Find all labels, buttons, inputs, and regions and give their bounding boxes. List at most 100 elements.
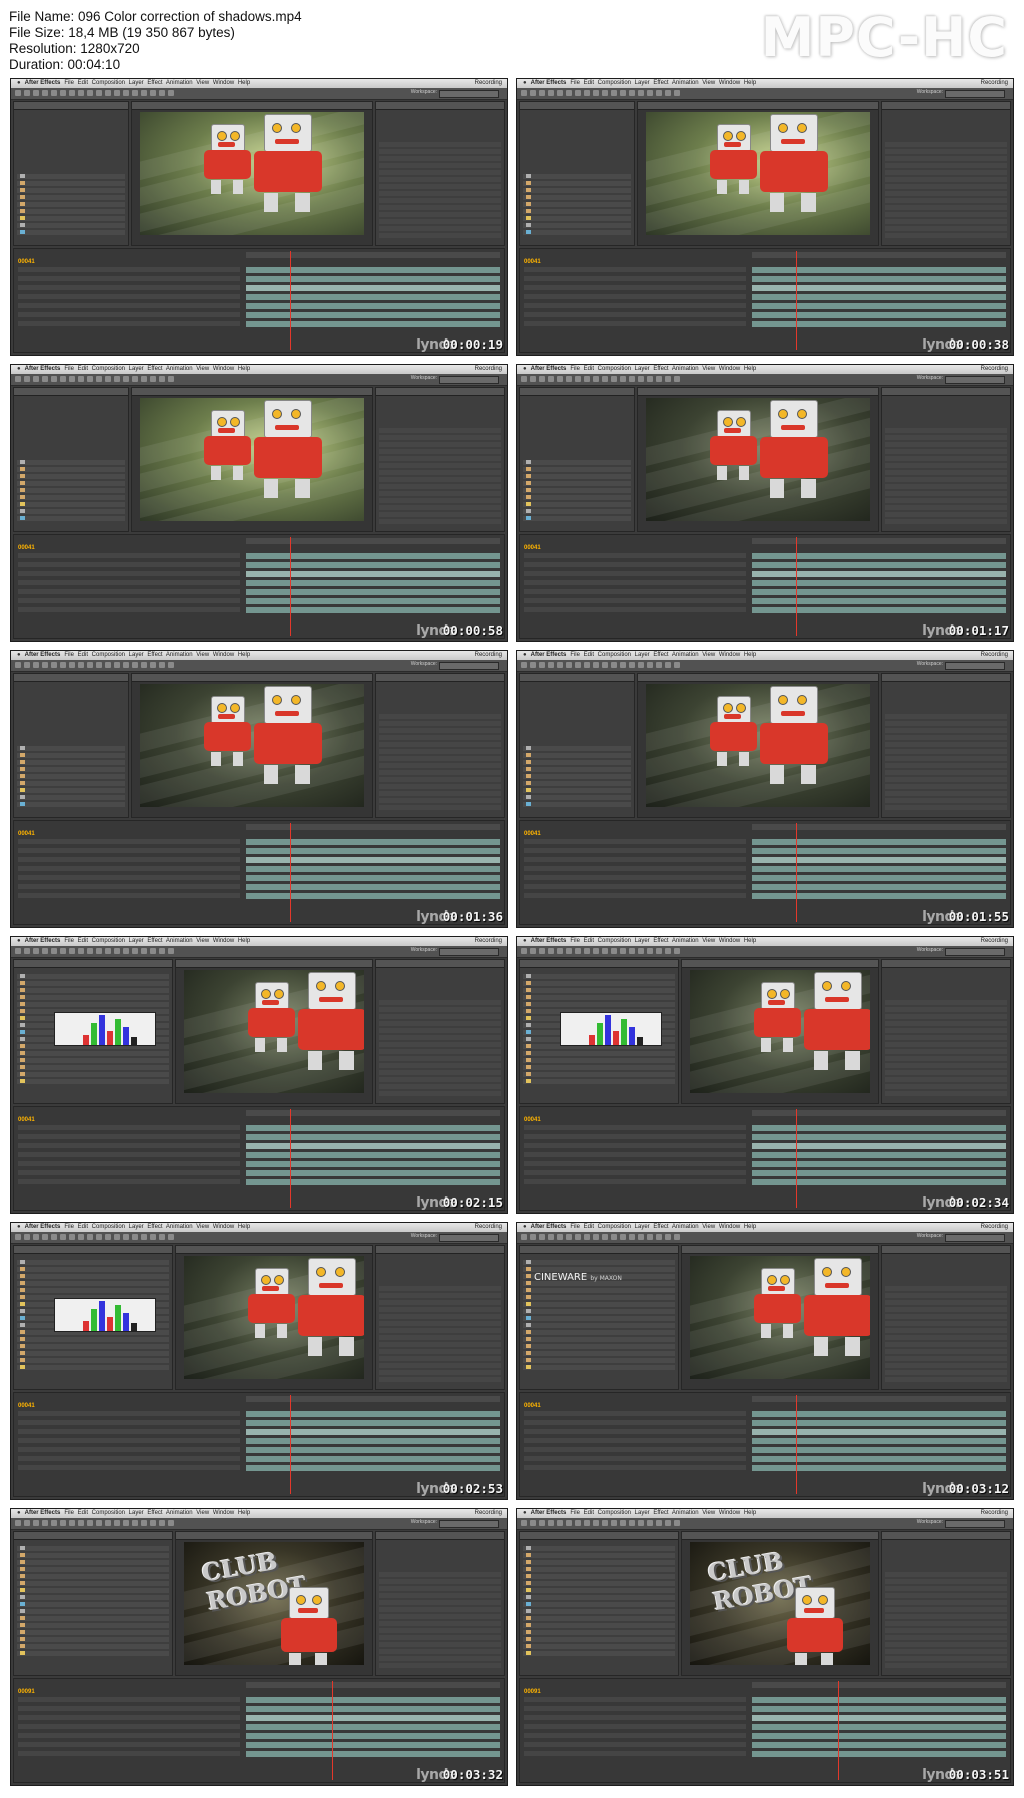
tool-icon[interactable]	[593, 1234, 599, 1240]
tool-icon[interactable]	[78, 1520, 84, 1526]
menu-items[interactable]: File Edit Composition Layer Effect Anima…	[570, 80, 756, 86]
panel-row[interactable]	[17, 1065, 169, 1070]
panel-row[interactable]	[17, 181, 125, 186]
tool-icon[interactable]	[674, 376, 680, 382]
layer-duration-bar[interactable]	[752, 848, 1006, 854]
effects-category-item[interactable]	[885, 198, 1007, 203]
playhead-indicator[interactable]	[332, 1681, 333, 1780]
layer-duration-bar[interactable]	[246, 1143, 500, 1149]
panel-row[interactable]	[17, 488, 125, 493]
tool-icon[interactable]	[78, 90, 84, 96]
panel-row[interactable]	[523, 1302, 675, 1307]
panel-row[interactable]	[523, 1337, 675, 1342]
tool-icon[interactable]	[141, 662, 147, 668]
layer-row[interactable]	[18, 1447, 240, 1452]
effects-category-item[interactable]	[379, 1021, 501, 1026]
tool-icon[interactable]	[105, 948, 111, 954]
time-ruler[interactable]	[246, 252, 500, 258]
workspace-dropdown[interactable]	[439, 1234, 499, 1242]
effects-category-item[interactable]	[379, 233, 501, 238]
layer-row[interactable]	[524, 1429, 746, 1434]
effects-category-item[interactable]	[379, 142, 501, 147]
panel-row[interactable]	[17, 1058, 169, 1063]
tool-icon[interactable]	[168, 662, 174, 668]
panel-row[interactable]	[523, 1072, 675, 1077]
workspace-dropdown[interactable]	[945, 948, 1005, 956]
tool-icon[interactable]	[665, 948, 671, 954]
tool-icon[interactable]	[665, 1520, 671, 1526]
layer-row[interactable]	[524, 562, 746, 567]
effects-category-item[interactable]	[885, 1091, 1007, 1096]
tool-icon[interactable]	[656, 376, 662, 382]
effects-category-item[interactable]	[885, 1328, 1007, 1333]
panel-row[interactable]	[523, 1574, 675, 1579]
layer-row[interactable]	[18, 598, 240, 603]
app-name-menu[interactable]: After Effects	[531, 80, 567, 86]
composition-viewer[interactable]	[175, 959, 373, 1104]
layer-duration-bar[interactable]	[752, 607, 1006, 613]
panel-row[interactable]	[523, 1553, 675, 1558]
tool-icon[interactable]	[611, 1520, 617, 1526]
tool-icon[interactable]	[539, 1234, 545, 1240]
tool-icon[interactable]	[539, 90, 545, 96]
tool-icon[interactable]	[105, 1520, 111, 1526]
tool-icon[interactable]	[150, 662, 156, 668]
tool-icon[interactable]	[33, 1234, 39, 1240]
effects-category-item[interactable]	[379, 1314, 501, 1319]
playhead-indicator[interactable]	[290, 823, 291, 922]
tool-icon[interactable]	[584, 376, 590, 382]
tool-icon[interactable]	[530, 90, 536, 96]
panel-row[interactable]	[17, 1281, 169, 1286]
tool-icon[interactable]	[123, 90, 129, 96]
effects-category-item[interactable]	[379, 491, 501, 496]
tool-icon[interactable]	[69, 1520, 75, 1526]
app-name-menu[interactable]: After Effects	[531, 1510, 567, 1516]
effects-category-item[interactable]	[379, 442, 501, 447]
tool-icon[interactable]	[548, 90, 554, 96]
playhead-indicator[interactable]	[796, 1395, 797, 1494]
tool-icon[interactable]	[168, 1234, 174, 1240]
panel-row[interactable]	[17, 1609, 169, 1614]
tool-icon[interactable]	[105, 90, 111, 96]
tool-icon[interactable]	[42, 1520, 48, 1526]
tool-icon[interactable]	[159, 1234, 165, 1240]
tool-icon[interactable]	[557, 1520, 563, 1526]
panel-row[interactable]	[17, 774, 125, 779]
layer-row[interactable]	[18, 303, 240, 308]
layer-duration-bar[interactable]	[246, 607, 500, 613]
tool-icon[interactable]	[638, 1520, 644, 1526]
tool-icon[interactable]	[24, 376, 30, 382]
panel-row[interactable]	[523, 1002, 675, 1007]
layer-row[interactable]	[18, 553, 240, 558]
app-name-menu[interactable]: After Effects	[531, 1224, 567, 1230]
layer-duration-bar[interactable]	[246, 1429, 500, 1435]
tool-icon[interactable]	[114, 1234, 120, 1240]
playhead-indicator[interactable]	[290, 1109, 291, 1208]
tool-icon[interactable]	[60, 948, 66, 954]
layer-row[interactable]	[18, 571, 240, 576]
tool-icon[interactable]	[566, 662, 572, 668]
tool-icon[interactable]	[150, 1520, 156, 1526]
panel-row[interactable]	[523, 509, 631, 514]
effects-category-item[interactable]	[885, 1063, 1007, 1068]
layer-duration-bar[interactable]	[752, 1143, 1006, 1149]
panel-row[interactable]	[523, 995, 675, 1000]
time-ruler[interactable]	[752, 824, 1006, 830]
tool-icon[interactable]	[159, 662, 165, 668]
effects-category-item[interactable]	[379, 1628, 501, 1633]
layer-row[interactable]	[524, 1465, 746, 1470]
tool-icon[interactable]	[42, 376, 48, 382]
layer-duration-bar[interactable]	[752, 1742, 1006, 1748]
tool-icon[interactable]	[141, 948, 147, 954]
tool-icon[interactable]	[105, 376, 111, 382]
layer-row[interactable]	[18, 1170, 240, 1175]
layer-row[interactable]	[524, 1447, 746, 1452]
layer-duration-bar[interactable]	[246, 848, 500, 854]
tool-icon[interactable]	[674, 90, 680, 96]
layer-row[interactable]	[18, 580, 240, 585]
layer-row[interactable]	[18, 1465, 240, 1470]
panel-row[interactable]	[523, 1567, 675, 1572]
layer-duration-bar[interactable]	[752, 303, 1006, 309]
layer-row[interactable]	[18, 276, 240, 281]
layer-row[interactable]	[18, 321, 240, 326]
